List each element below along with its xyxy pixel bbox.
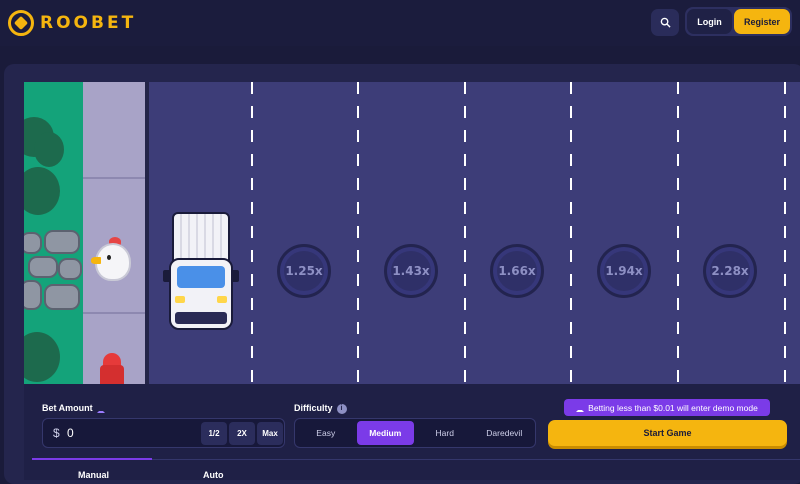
sidewalk	[83, 82, 145, 384]
multiplier-manhole[interactable]: 1.25x	[277, 244, 331, 298]
grass-strip	[24, 82, 83, 384]
bush	[24, 167, 60, 215]
auth-group: Login Register	[685, 7, 792, 36]
bet-amount-input[interactable]: 0	[67, 426, 74, 440]
search-icon	[660, 17, 671, 28]
demo-mode-notice: Betting less than $0.01 will enter demo …	[564, 399, 770, 416]
bush	[24, 332, 60, 382]
difficulty-daredevil-button[interactable]: Daredevil	[476, 421, 534, 445]
max-bet-button[interactable]: Max	[257, 422, 283, 445]
register-button[interactable]: Register	[734, 9, 790, 34]
multiplier-label: 1.43x	[392, 264, 430, 278]
curb	[145, 82, 149, 384]
logo[interactable]: ROOBET	[8, 10, 136, 36]
difficulty-medium-button[interactable]: Medium	[356, 421, 414, 445]
bush	[34, 132, 64, 167]
multiplier-manhole[interactable]: 1.66x	[490, 244, 544, 298]
tab-auto[interactable]: Auto	[203, 470, 224, 480]
difficulty-hard-button[interactable]: Hard	[416, 421, 474, 445]
multiplier-label: 2.28x	[711, 264, 749, 278]
roobet-logo-icon	[8, 10, 34, 36]
difficulty-selector: Easy Medium Hard Daredevil	[294, 418, 536, 448]
chicken-icon	[89, 235, 133, 285]
truck-icon	[163, 212, 239, 332]
currency-symbol: $	[53, 426, 60, 440]
lane-divider	[570, 82, 572, 384]
lane-divider	[464, 82, 466, 384]
fire-hydrant-icon	[97, 353, 127, 384]
stone-wall	[24, 230, 84, 322]
coin-icon	[576, 404, 585, 412]
start-game-button[interactable]: Start Game	[548, 420, 787, 446]
bet-amount-field[interactable]: $ 0 1/2 2X Max	[42, 418, 285, 448]
coin-icon	[96, 405, 105, 413]
multiplier-label: 1.25x	[285, 264, 323, 278]
lane-divider	[677, 82, 679, 384]
lane-divider	[784, 82, 786, 384]
multiplier-manhole[interactable]: 1.43x	[384, 244, 438, 298]
multiplier-manhole[interactable]: 1.94x	[597, 244, 651, 298]
multiplier-label: 1.94x	[605, 264, 643, 278]
info-icon[interactable]: i	[336, 403, 347, 414]
search-button[interactable]	[651, 9, 679, 36]
bet-modifiers: 1/2 2X Max	[201, 422, 283, 445]
logo-text: ROOBET	[40, 13, 137, 33]
double-bet-button[interactable]: 2X	[229, 422, 255, 445]
lane-divider	[251, 82, 253, 384]
active-tab-indicator	[32, 458, 152, 460]
half-bet-button[interactable]: 1/2	[201, 422, 227, 445]
lane-divider	[357, 82, 359, 384]
difficulty-label: Difficulty i	[294, 403, 347, 414]
difficulty-easy-button[interactable]: Easy	[297, 421, 355, 445]
login-button[interactable]: Login	[687, 9, 732, 34]
game-scene: 1.25x 1.43x 1.66x 1.94x 2.28x	[24, 82, 800, 384]
bet-amount-label: Bet Amount	[42, 403, 105, 413]
top-bar: ROOBET Login Register	[0, 0, 800, 46]
multiplier-manhole[interactable]: 2.28x	[703, 244, 757, 298]
multiplier-label: 1.66x	[498, 264, 536, 278]
tab-manual[interactable]: Manual	[78, 470, 109, 480]
